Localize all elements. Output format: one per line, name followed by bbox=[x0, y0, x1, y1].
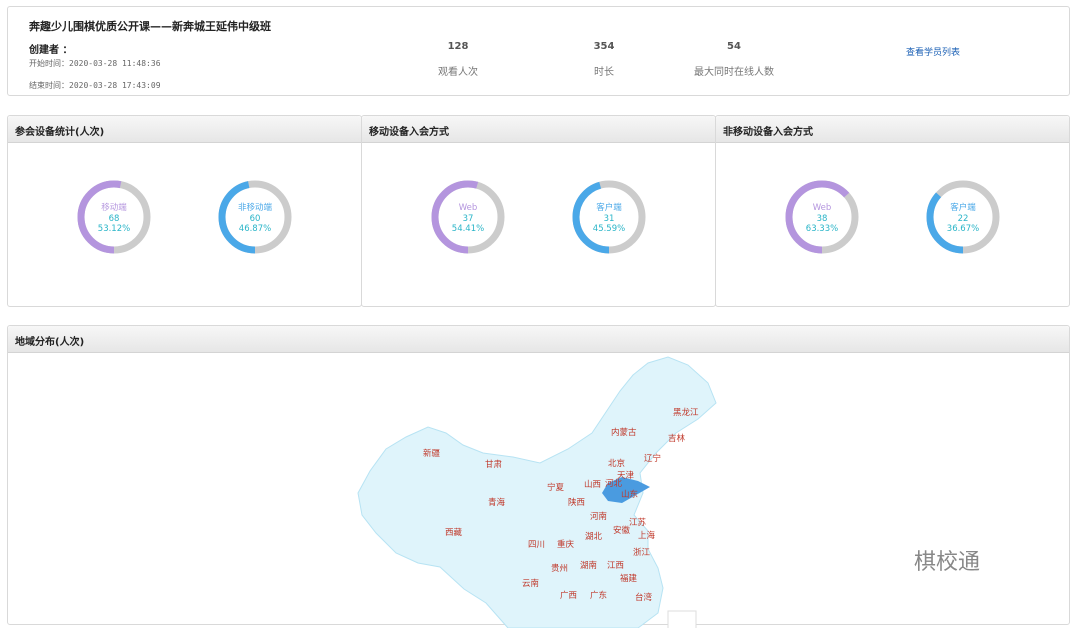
donut-label: Web 37 54.41% bbox=[430, 203, 506, 235]
donut-label: 客户端 31 45.59% bbox=[571, 203, 647, 235]
donut-count: 31 bbox=[603, 213, 615, 224]
donut-count: 60 bbox=[249, 213, 261, 224]
donut-count: 38 bbox=[816, 213, 828, 224]
province-label[interactable]: 贵州 bbox=[551, 563, 568, 574]
province-label[interactable]: 黑龙江 bbox=[673, 407, 699, 418]
province-label[interactable]: 甘肃 bbox=[485, 459, 503, 470]
non-mobile-join-method-panel: 非移动设备入会方式 Web 38 63.33% 客户端 22 36.67% bbox=[715, 115, 1070, 307]
region-distribution-panel: 地域分布(人次) 黑龙江 内蒙古 吉林 辽宁 新疆 甘肃 北京 天津 河北 山西 宁夏 青海 陕西 山东河… bbox=[7, 325, 1070, 628]
stat-label: 观看人次 bbox=[438, 67, 478, 78]
province-label[interactable]: 辽宁 bbox=[644, 453, 661, 464]
donut-label: 非移动端 60 46.87% bbox=[217, 203, 293, 235]
donut-non-mobile: 非移动端 60 46.87% bbox=[217, 179, 293, 255]
creator-label: 创建者 ： bbox=[29, 45, 73, 56]
stat-label: 最大同时在线人数 bbox=[694, 67, 774, 78]
donut-percent: 54.41% bbox=[451, 224, 485, 234]
province-label[interactable]: 宁夏 bbox=[547, 482, 565, 493]
province-label[interactable]: 江西 bbox=[607, 561, 624, 571]
china-map: 黑龙江内蒙古吉林辽宁新疆甘肃 北京天津河北山西宁夏青海 陕西山东河南江苏安徽湖北 上海… bbox=[357, 356, 717, 628]
stat-duration: 354 时长 bbox=[574, 41, 634, 78]
province-label[interactable]: 台湾 bbox=[635, 592, 653, 603]
device-stats-panel: 参会设备统计(人次) 移动端 68 53.12% 非移动端 60 46.87% bbox=[7, 115, 362, 307]
province-label[interactable]: 广西 bbox=[560, 590, 577, 601]
panel-title: 非移动设备入会方式 bbox=[716, 116, 1069, 143]
province-label[interactable]: 陕西 bbox=[568, 497, 585, 508]
donut-mobile: 移动端 68 53.12% bbox=[76, 179, 152, 255]
end-time: 结束时间：2020-03-28 17:43:09 bbox=[29, 81, 161, 90]
stat-label: 时长 bbox=[594, 67, 614, 78]
donut-percent: 63.33% bbox=[805, 224, 839, 234]
course-title: 奔趣少儿围棋优质公开课——新奔城王延伟中级班 bbox=[29, 20, 271, 33]
donut-percent: 45.59% bbox=[592, 224, 626, 234]
panel-title: 地域分布(人次) bbox=[8, 326, 1069, 353]
province-label[interactable]: 湖南 bbox=[580, 560, 597, 571]
mobile-join-method-panel: 移动设备入会方式 Web 37 54.41% 客户端 31 45.59% bbox=[361, 115, 716, 307]
course-summary-card: 奔趣少儿围棋优质公开课——新奔城王延伟中级班 创建者 ： 开始时间：2020-0… bbox=[7, 6, 1070, 96]
panel-title: 移动设备入会方式 bbox=[362, 116, 715, 143]
province-label[interactable]: 河北 bbox=[605, 478, 623, 489]
donut-name: 客户端 bbox=[950, 203, 976, 213]
province-label[interactable]: 浙江 bbox=[633, 547, 651, 558]
donut-name: 非移动端 bbox=[237, 203, 272, 213]
province-label[interactable]: 江苏 bbox=[629, 517, 647, 528]
donut-percent: 53.12% bbox=[97, 224, 131, 234]
province-label[interactable]: 福建 bbox=[620, 573, 638, 584]
province-label[interactable]: 青海 bbox=[488, 497, 506, 508]
province-label[interactable]: 西藏 bbox=[445, 527, 463, 538]
stat-value: 54 bbox=[727, 41, 741, 52]
stat-max-online: 54 最大同时在线人数 bbox=[678, 41, 790, 78]
province-label[interactable]: 吉林 bbox=[668, 433, 686, 444]
province-label[interactable]: 四川 bbox=[528, 540, 545, 550]
province-label[interactable]: 河南 bbox=[590, 511, 607, 522]
panel-title: 参会设备统计(人次) bbox=[8, 116, 361, 143]
donut-count: 22 bbox=[957, 213, 969, 224]
donut-name: Web bbox=[812, 203, 832, 213]
donut-percent: 46.87% bbox=[238, 224, 272, 234]
stat-value: 128 bbox=[447, 41, 469, 52]
donut-name: Web bbox=[458, 203, 478, 213]
donut-web: Web 37 54.41% bbox=[430, 179, 506, 255]
province-label[interactable]: 山西 bbox=[584, 479, 601, 490]
province-label[interactable]: 新疆 bbox=[423, 448, 441, 459]
donut-label: 移动端 68 53.12% bbox=[76, 203, 152, 235]
province-label[interactable]: 安徽 bbox=[613, 525, 631, 536]
donut-client: 客户端 31 45.59% bbox=[571, 179, 647, 255]
donut-percent: 36.67% bbox=[946, 224, 980, 234]
province-label[interactable]: 北京 bbox=[608, 458, 625, 469]
donut-count: 68 bbox=[108, 213, 120, 224]
province-label[interactable]: 上海 bbox=[638, 530, 656, 541]
donut-count: 37 bbox=[462, 213, 474, 224]
donut-web: Web 38 63.33% bbox=[784, 179, 860, 255]
map-zoom-box[interactable] bbox=[667, 610, 697, 628]
start-time: 开始时间：2020-03-28 11:48:36 bbox=[29, 59, 161, 68]
province-label[interactable]: 广东 bbox=[590, 590, 607, 601]
donut-name: 客户端 bbox=[596, 203, 622, 213]
stat-value: 354 bbox=[593, 41, 615, 52]
donut-label: 客户端 22 36.67% bbox=[925, 203, 1001, 235]
donut-client: 客户端 22 36.67% bbox=[925, 179, 1001, 255]
province-label[interactable]: 山东 bbox=[621, 489, 638, 500]
province-label[interactable]: 云南 bbox=[522, 578, 539, 589]
donut-name: 移动端 bbox=[101, 203, 127, 213]
stat-views: 128 观看人次 bbox=[428, 41, 488, 78]
view-student-list-link[interactable]: 查看学员列表 bbox=[906, 45, 960, 58]
watermark-text: 棋校通 bbox=[914, 550, 981, 575]
province-label[interactable]: 重庆 bbox=[557, 539, 575, 550]
donut-label: Web 38 63.33% bbox=[784, 203, 860, 235]
province-label[interactable]: 湖北 bbox=[585, 532, 603, 542]
province-label[interactable]: 内蒙古 bbox=[611, 427, 637, 438]
